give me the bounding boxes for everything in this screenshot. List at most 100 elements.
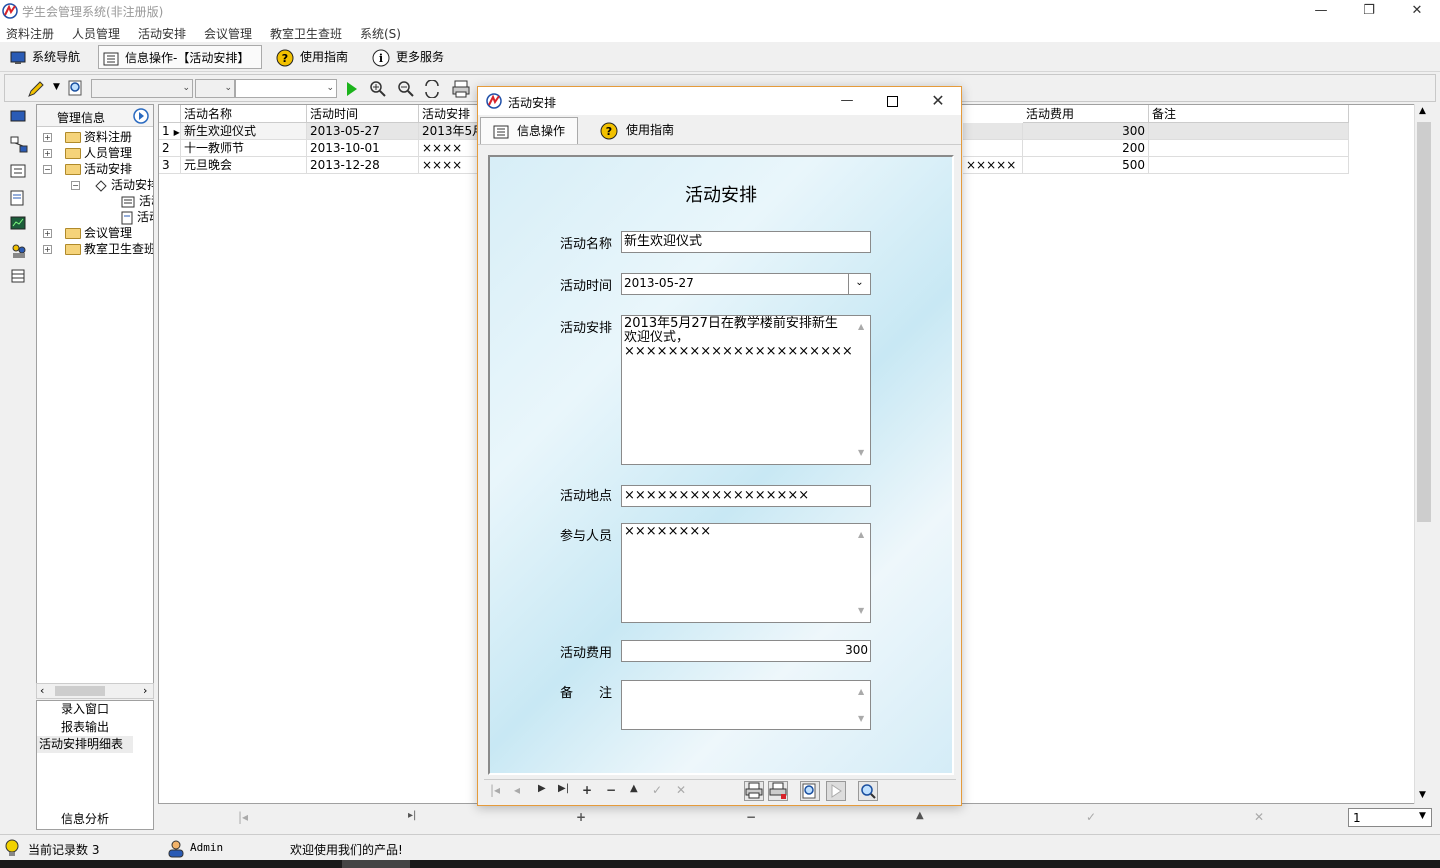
scroll-left-icon[interactable]: ‹	[40, 684, 44, 697]
info-op-tab-button[interactable]: 信息操作-【活动安排】	[98, 45, 262, 69]
tree-node-activity-report[interactable]: 活动	[121, 209, 153, 225]
grid-header-plan[interactable]: 活动安排	[419, 105, 479, 123]
textarea-scrollbar[interactable]: ▲ ▼	[854, 524, 870, 622]
table-row[interactable]: 十一教师节	[181, 140, 307, 157]
grid-header-cost[interactable]: 活动费用	[1023, 105, 1149, 123]
grid-header-note[interactable]: 备注	[1149, 105, 1349, 123]
more-services-button[interactable]: i 更多服务	[368, 45, 458, 69]
table-icon[interactable]	[10, 268, 26, 284]
play-button[interactable]	[826, 781, 846, 801]
tree-node-activity[interactable]: 活动安排	[65, 161, 132, 177]
textarea-scrollbar[interactable]: ▲ ▼	[854, 316, 870, 464]
post-record-icon[interactable]: ✓	[652, 783, 662, 797]
chevron-down-icon[interactable]: ⌄	[848, 274, 870, 294]
search-button[interactable]	[800, 781, 820, 801]
table-cell[interactable]: 300	[1023, 123, 1149, 140]
tree-horizontal-scrollbar[interactable]: ‹ ›	[36, 683, 154, 699]
pencil-dropdown-icon[interactable]: ▼	[53, 82, 60, 92]
run-icon[interactable]	[345, 81, 359, 97]
info-analysis-button[interactable]: 信息分析	[37, 811, 133, 828]
table-cell[interactable]: ×××××	[963, 157, 1023, 174]
collapse-icon[interactable]: −	[71, 181, 80, 190]
table-cell[interactable]: 200	[1023, 140, 1149, 157]
post-record-icon[interactable]: ✓	[1086, 810, 1096, 824]
tree-node-classroom[interactable]: 教室卫生查班	[65, 241, 153, 257]
expand-icon[interactable]: +	[43, 229, 52, 238]
scroll-down-icon[interactable]: ▼	[1419, 790, 1426, 800]
menu-meeting[interactable]: 会议管理	[204, 25, 252, 42]
cancel-record-icon[interactable]: ✕	[1254, 810, 1264, 824]
people-textarea[interactable]: ×××××××× ▲ ▼	[621, 523, 871, 623]
list-item-report-output[interactable]: 报表输出	[37, 719, 133, 736]
scroll-thumb[interactable]	[55, 686, 105, 696]
guide-button[interactable]: ? 使用指南	[272, 45, 360, 69]
refresh-icon[interactable]	[423, 80, 441, 98]
zoom-in-icon[interactable]	[369, 80, 387, 98]
table-row[interactable]: 新生欢迎仪式	[181, 123, 307, 140]
dialog-minimize-button[interactable]: —	[824, 90, 870, 112]
first-record-icon[interactable]: |◂	[490, 783, 500, 797]
collapse-circle-icon[interactable]	[133, 108, 149, 124]
next-record-icon[interactable]: ▶	[538, 783, 546, 794]
scroll-thumb[interactable]	[1417, 122, 1431, 522]
network-icon[interactable]	[10, 136, 28, 154]
menu-registration[interactable]: 资料注册	[6, 25, 54, 42]
table-cell[interactable]	[963, 140, 1023, 157]
add-record-icon[interactable]: +	[582, 783, 592, 797]
cancel-record-icon[interactable]: ✕	[676, 783, 686, 797]
date-picker[interactable]: 2013-05-27 ⌄	[621, 273, 871, 295]
edit-record-icon[interactable]: ▲	[916, 810, 924, 821]
prior-record-icon[interactable]: ◂	[514, 783, 520, 797]
table-cell[interactable]: ××××	[419, 157, 479, 174]
dialog-close-button[interactable]: ✕	[915, 90, 961, 112]
close-button[interactable]: ✕	[1394, 0, 1440, 22]
edit-record-icon[interactable]: ▲	[630, 783, 638, 794]
maximize-icon[interactable]	[887, 96, 898, 107]
first-record-icon[interactable]: |◂	[238, 810, 248, 824]
place-input[interactable]: ×××××××××××××××××	[621, 485, 871, 507]
zoom-button[interactable]	[858, 781, 878, 801]
chart-icon[interactable]	[10, 216, 26, 230]
table-cell[interactable]: 2013-05-27	[307, 123, 419, 140]
menu-classroom-check[interactable]: 教室卫生查班	[270, 25, 342, 42]
system-nav-button[interactable]: 系统导航	[6, 45, 90, 69]
delete-record-icon[interactable]: −	[606, 783, 616, 797]
page-select[interactable]: 1 ▼	[1348, 808, 1432, 827]
print-preview-button[interactable]	[744, 781, 764, 801]
table-cell[interactable]: 2013年5月	[419, 123, 479, 140]
menu-system[interactable]: 系统(S)	[360, 25, 401, 42]
minimize-button[interactable]: —	[1298, 0, 1344, 22]
table-cell[interactable]: 2013-10-01	[307, 140, 419, 157]
cost-input[interactable]: 300	[621, 640, 871, 662]
expand-icon[interactable]: +	[43, 133, 52, 142]
scroll-right-icon[interactable]: ›	[143, 684, 147, 697]
expand-icon[interactable]: +	[43, 245, 52, 254]
last-record-icon[interactable]: ▶|	[558, 783, 569, 794]
operator-select[interactable]: ⌄	[195, 79, 235, 98]
people-icon[interactable]	[10, 242, 28, 260]
name-input[interactable]: 新生欢迎仪式	[621, 231, 871, 253]
tab-info-op[interactable]: 信息操作	[480, 117, 578, 144]
last-record-icon[interactable]: ▸|	[408, 810, 416, 821]
pencil-icon[interactable]	[27, 80, 45, 98]
add-record-icon[interactable]: +	[576, 810, 586, 824]
plan-textarea[interactable]: 2013年5月27日在教学楼前安排新生欢迎仪式，××××××××××××××××…	[621, 315, 871, 465]
tree-node-activity-form[interactable]: 活动	[121, 193, 153, 209]
print-icon[interactable]	[451, 79, 471, 99]
scroll-up-icon[interactable]: ▲	[1419, 106, 1426, 116]
table-cell[interactable]	[1149, 140, 1349, 157]
document-icon[interactable]	[10, 190, 24, 206]
tree-node-meeting[interactable]: 会议管理	[65, 225, 132, 241]
restore-button[interactable]: ❐	[1346, 0, 1392, 22]
table-cell[interactable]	[1149, 123, 1349, 140]
grid-header-name[interactable]: 活动名称	[181, 105, 307, 123]
tree-node-activity-sub[interactable]: 活动安排	[95, 177, 153, 193]
table-cell[interactable]	[1149, 157, 1349, 174]
table-cell[interactable]	[963, 123, 1023, 140]
grid-header-date[interactable]: 活动时间	[307, 105, 419, 123]
grid-vertical-scrollbar[interactable]: ▲ ▼	[1414, 104, 1432, 804]
list-icon[interactable]	[10, 164, 26, 178]
list-item-activity-detail[interactable]: 活动安排明细表	[37, 736, 133, 753]
tree-node-personnel[interactable]: 人员管理	[65, 145, 132, 161]
table-cell[interactable]: 2013-12-28	[307, 157, 419, 174]
